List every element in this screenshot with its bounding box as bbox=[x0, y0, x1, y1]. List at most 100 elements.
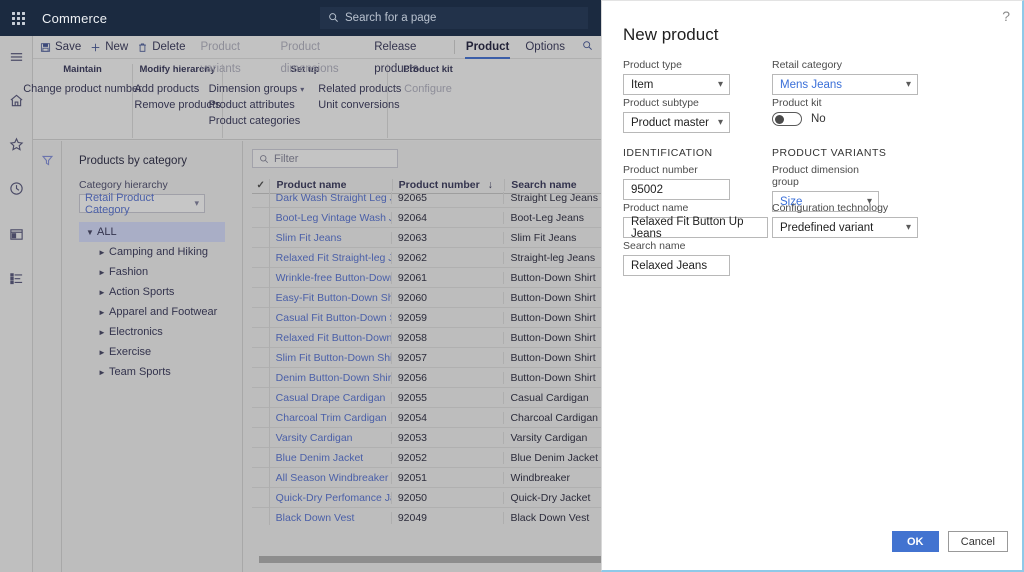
tree-node-action-sports[interactable]: ► Action Sports bbox=[79, 282, 242, 302]
table-row[interactable]: All Season Windbreaker 92051 Windbreaker bbox=[252, 467, 601, 488]
cell-product-name[interactable]: Casual Drape Cardigan bbox=[270, 391, 392, 404]
cell-product-name[interactable]: Denim Button-Down Shirt bbox=[270, 371, 392, 384]
product-type-select[interactable]: Item ▾ bbox=[623, 74, 730, 95]
product-name-input[interactable]: Relaxed Fit Button Up Jeans bbox=[623, 216, 768, 240]
configure-item[interactable]: Configure bbox=[404, 83, 452, 95]
row-select-cell[interactable] bbox=[252, 207, 270, 228]
table-row[interactable]: Relaxed Fit Straight-leg Jeans92062 Strai… bbox=[252, 247, 601, 268]
collapsed-arrow-icon[interactable]: ► bbox=[95, 368, 109, 377]
cell-product-name[interactable]: Relaxed Fit Straight-leg Jeans bbox=[270, 251, 392, 264]
workspace-icon[interactable] bbox=[0, 218, 33, 251]
collapsed-arrow-icon[interactable]: ► bbox=[95, 248, 109, 257]
collapsed-arrow-icon[interactable]: ► bbox=[95, 268, 109, 277]
table-row[interactable]: Black Down Vest 92049 Black Down Vest bbox=[252, 507, 601, 525]
table-row[interactable]: Casual Fit Button-Down Shirt92059 Button-… bbox=[252, 307, 601, 328]
tree-node-electronics[interactable]: ► Electronics bbox=[79, 322, 242, 342]
row-select-cell[interactable] bbox=[252, 347, 270, 368]
table-row[interactable]: Slim Fit Button-Down Shirt 92057 Button-Do… bbox=[252, 347, 601, 368]
filter-icon[interactable] bbox=[41, 154, 54, 572]
table-row[interactable]: Charcoal Trim Cardigan 92054 Charcoal Card… bbox=[252, 407, 601, 428]
cell-product-name[interactable]: Slim Fit Button-Down Shirt bbox=[270, 351, 392, 364]
page-search-box[interactable]: Search for a page bbox=[320, 7, 588, 29]
cell-product-name[interactable]: Quick-Dry Perfomance Jacket bbox=[270, 491, 392, 504]
table-row[interactable]: Blue Denim Jacket 92052 Blue Denim Jacket bbox=[252, 447, 601, 468]
row-select-cell[interactable] bbox=[252, 447, 270, 468]
row-select-cell[interactable] bbox=[252, 407, 270, 428]
row-select-cell[interactable] bbox=[252, 487, 270, 508]
product-attributes-item[interactable]: Product attributes bbox=[209, 99, 305, 111]
configuration-technology-select[interactable]: Predefined variant ▾ bbox=[772, 217, 918, 238]
hamburger-icon[interactable] bbox=[0, 40, 33, 73]
table-row[interactable]: Dark Wash Straight Leg Jeans92065 Straigh… bbox=[252, 188, 601, 208]
row-select-cell[interactable] bbox=[252, 427, 270, 448]
row-select-cell[interactable] bbox=[252, 387, 270, 408]
cell-product-name[interactable]: Varsity Cardigan bbox=[270, 431, 392, 444]
row-select-cell[interactable] bbox=[252, 188, 270, 208]
modules-icon[interactable] bbox=[0, 262, 33, 295]
table-row[interactable]: Casual Drape Cardigan 92055 Casual Cardiga… bbox=[252, 387, 601, 408]
delete-button[interactable]: Delete bbox=[135, 36, 192, 59]
help-icon[interactable]: ? bbox=[1002, 8, 1010, 24]
table-row[interactable]: Easy-Fit Button-Down Shirt 92060 Button-Do… bbox=[252, 287, 601, 308]
table-body[interactable]: Dark Wash Straight Leg Jeans92065 Straigh… bbox=[252, 188, 601, 525]
tab-product[interactable]: Product bbox=[458, 36, 517, 59]
table-row[interactable]: Boot-Leg Vintage Wash Jeans92064 Boot-Leg… bbox=[252, 207, 601, 228]
collapsed-arrow-icon[interactable]: ► bbox=[95, 348, 109, 357]
cell-product-name[interactable]: Easy-Fit Button-Down Shirt bbox=[270, 291, 392, 304]
tab-options[interactable]: Options bbox=[517, 36, 573, 59]
save-button[interactable]: Save bbox=[38, 36, 88, 59]
tab-release-products[interactable]: Release products bbox=[366, 36, 451, 75]
product-subtype-select[interactable]: Product master ▾ bbox=[623, 112, 730, 133]
tab-product-variants[interactable]: Product variants bbox=[192, 36, 272, 75]
row-select-cell[interactable] bbox=[252, 507, 270, 525]
tree-node-apparel-and-footwear[interactable]: ► Apparel and Footwear bbox=[79, 302, 242, 322]
cell-product-name[interactable]: All Season Windbreaker bbox=[270, 471, 392, 484]
cell-product-name[interactable]: Casual Fit Button-Down Shirt bbox=[270, 311, 392, 324]
row-select-cell[interactable] bbox=[252, 307, 270, 328]
product-number-input[interactable]: 95002 bbox=[623, 179, 730, 200]
collapsed-arrow-icon[interactable]: ► bbox=[95, 288, 109, 297]
horizontal-scrollbar[interactable] bbox=[259, 556, 637, 563]
table-row[interactable]: Slim Fit Jeans 92063 Slim Fit Jeans bbox=[252, 227, 601, 248]
row-select-cell[interactable] bbox=[252, 227, 270, 248]
cell-product-name[interactable]: Slim Fit Jeans bbox=[270, 231, 392, 244]
row-select-cell[interactable] bbox=[252, 287, 270, 308]
cell-product-name[interactable]: Charcoal Trim Cardigan bbox=[270, 411, 392, 424]
change-product-number-item[interactable]: Change product number bbox=[23, 83, 142, 95]
ribbon-search-icon[interactable] bbox=[573, 36, 601, 59]
star-icon[interactable] bbox=[0, 128, 33, 161]
table-row[interactable]: Wrinkle-free Button-Down Shirt92061 Butto… bbox=[252, 267, 601, 288]
table-row[interactable]: Relaxed Fit Button-Down Shirt92058 Button… bbox=[252, 327, 601, 348]
dimension-groups-item[interactable]: Dimension groups ▾ bbox=[209, 83, 305, 95]
row-select-cell[interactable] bbox=[252, 367, 270, 388]
app-launcher-icon[interactable] bbox=[0, 0, 36, 36]
cell-product-name[interactable]: Relaxed Fit Button-Down Shirt bbox=[270, 331, 392, 344]
tree-node-team-sports[interactable]: ► Team Sports bbox=[79, 362, 242, 382]
expanded-arrow-icon[interactable]: ▼ bbox=[83, 228, 97, 237]
cell-product-name[interactable]: Black Down Vest bbox=[270, 511, 392, 524]
clock-icon[interactable] bbox=[0, 172, 33, 205]
cell-product-name[interactable]: Dark Wash Straight Leg Jeans bbox=[270, 191, 392, 204]
new-button[interactable]: New bbox=[88, 36, 135, 59]
collapsed-arrow-icon[interactable]: ► bbox=[95, 328, 109, 337]
tree-node-exercise[interactable]: ► Exercise bbox=[79, 342, 242, 362]
row-select-cell[interactable] bbox=[252, 327, 270, 348]
tree-node-all[interactable]: ▼ ALL bbox=[79, 222, 225, 242]
retail-category-select[interactable]: Mens Jeans ▾ bbox=[772, 74, 918, 95]
row-select-cell[interactable] bbox=[252, 267, 270, 288]
category-hierarchy-select[interactable]: Retail Product Category ▾ bbox=[79, 192, 205, 216]
grid-filter-input[interactable]: Filter bbox=[252, 149, 398, 168]
table-row[interactable]: Varsity Cardigan 92053 Varsity Cardigan bbox=[252, 427, 601, 448]
row-select-cell[interactable] bbox=[252, 467, 270, 488]
cancel-button[interactable]: Cancel bbox=[947, 531, 1008, 552]
table-row[interactable]: Quick-Dry Perfomance Jacket92050 Quick-Dr… bbox=[252, 487, 601, 508]
tree-node-camping-and-hiking[interactable]: ► Camping and Hiking bbox=[79, 242, 242, 262]
tree-node-fashion[interactable]: ► Fashion bbox=[79, 262, 242, 282]
row-select-cell[interactable] bbox=[252, 247, 270, 268]
ok-button[interactable]: OK bbox=[891, 531, 939, 552]
search-name-input[interactable]: Relaxed Jeans bbox=[623, 255, 730, 276]
cell-product-name[interactable]: Blue Denim Jacket bbox=[270, 451, 392, 464]
cell-product-name[interactable]: Wrinkle-free Button-Down Shirt bbox=[270, 271, 392, 284]
product-categories-item[interactable]: Product categories bbox=[209, 115, 305, 127]
cell-product-name[interactable]: Boot-Leg Vintage Wash Jeans bbox=[270, 211, 392, 224]
